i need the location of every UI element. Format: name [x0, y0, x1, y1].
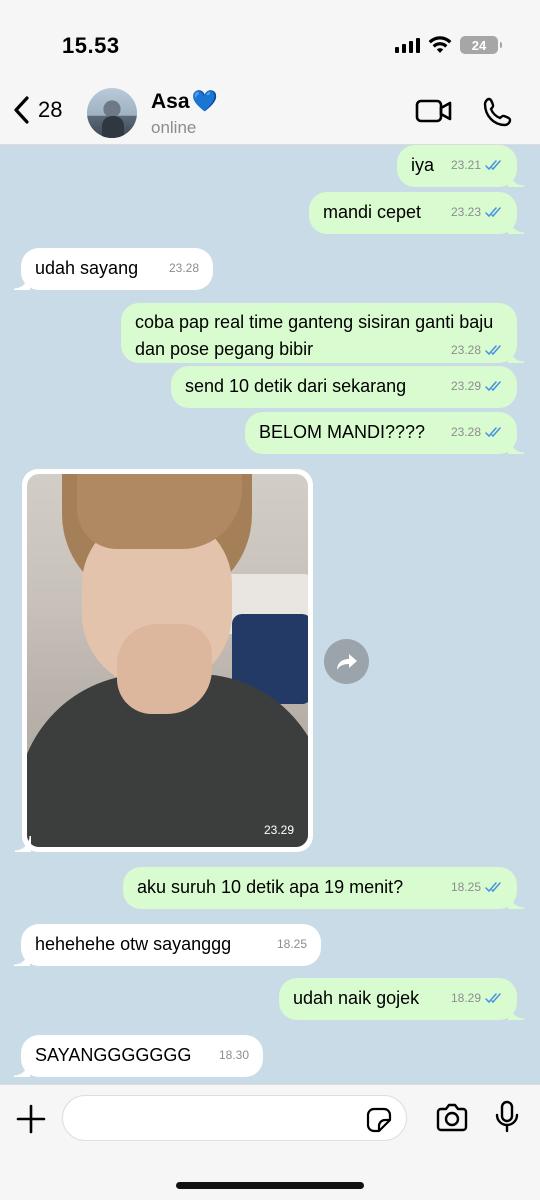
message-bubble-incoming[interactable]: SAYANGGGGGGG 18.30: [14, 1035, 263, 1077]
message-meta: 23.29: [451, 374, 503, 399]
status-bar: 15.53 24: [0, 0, 540, 80]
voice-call-button[interactable]: [482, 96, 514, 133]
message-bubble-outgoing[interactable]: udah naik gojek 18.29: [279, 978, 524, 1020]
message-time: 23.29: [450, 379, 481, 393]
battery-icon: 24: [460, 36, 502, 54]
phone-icon: [483, 97, 512, 127]
voice-message-button[interactable]: [494, 1100, 520, 1139]
message-text: mandi cepet: [323, 202, 422, 222]
message-time: 18.29: [450, 991, 481, 1005]
double-check-icon: [485, 427, 501, 438]
status-time: 15.53: [62, 33, 120, 58]
video-call-icon: [415, 99, 452, 123]
blue-heart-emoji: 💙: [191, 90, 218, 113]
message-time: 23.21: [450, 158, 481, 172]
message-text: hehehehe otw sayanggg: [35, 934, 232, 954]
plus-icon: [16, 1104, 46, 1134]
message-bubble-outgoing[interactable]: send 10 detik dari sekarang 23.29: [171, 366, 517, 408]
message-bubble-outgoing[interactable]: BELOM MANDI???? 23.28: [245, 412, 524, 454]
message-time: 18.25: [450, 880, 481, 894]
status-icons: 24: [395, 36, 502, 54]
contact-status: online: [151, 118, 197, 137]
photo-message[interactable]: 23.29: [15, 469, 313, 852]
double-check-icon: [485, 345, 501, 356]
message-text: udah naik gojek: [293, 988, 420, 1008]
message-text: coba pap real time ganteng sisiran ganti…: [135, 312, 494, 359]
signal-icon: [395, 37, 420, 53]
wifi-icon: [428, 36, 452, 53]
double-check-icon: [485, 381, 501, 392]
double-check-icon: [485, 882, 501, 893]
sticker-button[interactable]: [366, 1107, 392, 1138]
sticker-icon: [366, 1107, 392, 1133]
chevron-left-icon: [14, 96, 29, 124]
message-meta: 23.21: [451, 153, 503, 178]
contact-name-text: Asa: [151, 90, 190, 113]
avatar[interactable]: [87, 88, 137, 138]
input-bar: [0, 1084, 540, 1200]
forward-button[interactable]: [324, 639, 369, 684]
message-meta: 18.25: [451, 875, 503, 900]
photo-time: 23.29: [263, 823, 294, 837]
message-bubble-incoming[interactable]: udah sayang 23.28: [14, 248, 213, 290]
photo-selfie[interactable]: 23.29: [27, 474, 308, 847]
camera-button[interactable]: [435, 1103, 469, 1138]
message-bubble-outgoing[interactable]: iya 23.21: [397, 145, 524, 187]
microphone-icon: [495, 1100, 519, 1133]
home-indicator[interactable]: [176, 1182, 364, 1189]
message-bubble-outgoing[interactable]: coba pap real time ganteng sisiran ganti…: [121, 303, 524, 364]
double-check-icon: [485, 993, 501, 1004]
message-input[interactable]: [62, 1095, 407, 1141]
message-bubble-outgoing[interactable]: aku suruh 10 detik apa 19 menit? 18.25: [123, 867, 524, 909]
message-text: send 10 detik dari sekarang: [185, 376, 407, 396]
message-time: 18.30: [218, 1048, 249, 1062]
add-attachment-button[interactable]: [15, 1103, 47, 1140]
message-text: udah sayang: [35, 258, 139, 278]
message-bubble-outgoing[interactable]: mandi cepet 23.23: [309, 192, 524, 234]
message-meta: 23.28: [451, 420, 503, 445]
camera-icon: [436, 1103, 468, 1132]
back-button[interactable]: 28: [12, 95, 62, 125]
message-text: iya: [411, 155, 435, 175]
message-time: 18.25: [276, 937, 307, 951]
message-time: 23.23: [450, 205, 481, 219]
chat-header: 28 Asa 💙 online: [0, 80, 540, 145]
forward-icon: [336, 653, 357, 670]
contact-name[interactable]: Asa 💙: [151, 90, 218, 114]
unread-count: 28: [38, 97, 63, 122]
message-time: 23.28: [168, 261, 199, 275]
message-time: 23.28: [450, 343, 481, 357]
message-time: 23.28: [450, 425, 481, 439]
video-call-button[interactable]: [415, 96, 453, 131]
double-check-icon: [485, 207, 501, 218]
message-text: aku suruh 10 detik apa 19 menit?: [137, 877, 404, 897]
message-text: SAYANGGGGGGG: [35, 1045, 192, 1065]
message-text: BELOM MANDI????: [259, 422, 426, 442]
double-check-icon: [485, 160, 501, 171]
message-meta: 23.28: [451, 337, 503, 364]
message-meta: 18.29: [451, 986, 503, 1011]
message-meta: 23.23: [451, 200, 503, 225]
message-bubble-incoming[interactable]: hehehehe otw sayanggg 18.25: [14, 924, 321, 966]
